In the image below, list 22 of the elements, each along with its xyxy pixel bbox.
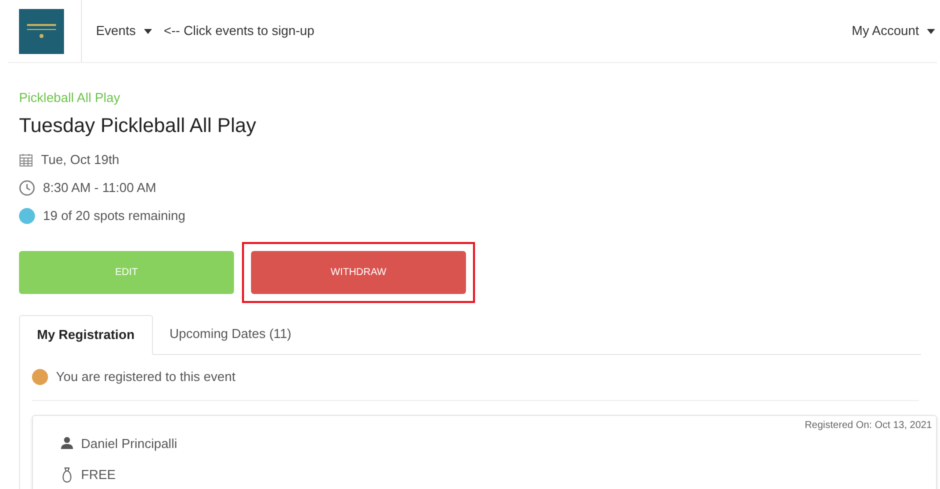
caret-icon <box>144 28 152 34</box>
withdraw-button[interactable]: WITHDRAW <box>251 251 466 294</box>
calendar-icon <box>19 152 33 166</box>
event-date: Tue, Oct 19th <box>41 150 120 169</box>
events-menu[interactable]: Events <box>96 21 152 41</box>
registered-date: Registered On: Oct 13, 2021 <box>804 418 932 432</box>
event-title: Tuesday Pickleball All Play <box>19 114 258 138</box>
account-menu[interactable]: My Account <box>852 21 935 41</box>
tab[interactable]: My Registration <box>19 314 153 354</box>
registration-status: You are registered to this event <box>56 368 236 386</box>
clock-icon <box>19 180 35 196</box>
money-bag-icon <box>61 466 73 483</box>
signup-hint: <-- Click events to sign-up <box>164 22 314 40</box>
caret-icon <box>927 28 935 34</box>
logo[interactable] <box>19 8 64 54</box>
event-time: 8:30 AM - 11:00 AM <box>43 178 156 197</box>
person-icon <box>61 437 73 450</box>
registration-price: FREE <box>81 466 116 484</box>
event-category: Pickleball All Play <box>19 89 122 107</box>
tab[interactable]: Upcoming Dates (11) <box>152 314 308 354</box>
spots-remaining: 19 of 20 spots remaining <box>43 206 186 225</box>
registrant-name: Daniel Principalli <box>81 434 178 453</box>
